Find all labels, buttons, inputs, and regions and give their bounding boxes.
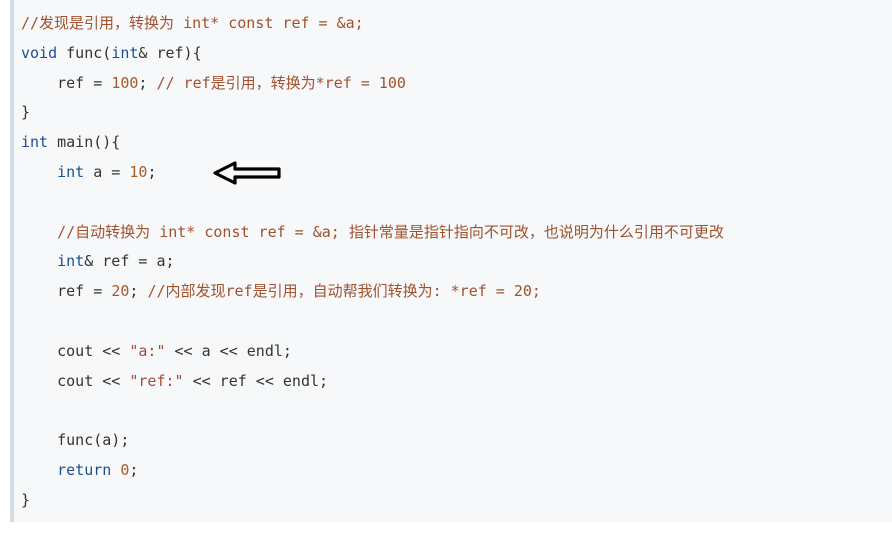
- code-token: // ref是引用，转换为*ref = 100: [156, 73, 406, 92]
- code-line: int a = 10;: [21, 158, 724, 188]
- code-token: "ref:": [129, 371, 184, 390]
- code-token: ;: [129, 282, 148, 301]
- code-line: cout << "ref:" << ref << endl;: [21, 367, 724, 397]
- code-token: cout <<: [21, 371, 130, 390]
- code-line: void func(int& ref){: [21, 39, 724, 69]
- page-bottom-strip: [0, 522, 892, 533]
- code-line: cout << "a:" << a << endl;: [21, 337, 724, 367]
- left-arrow-icon: [213, 161, 281, 185]
- code-token: ref =: [21, 73, 112, 92]
- code-block: //发现是引用，转换为 int* const ref = &a; void fun…: [10, 0, 892, 522]
- code-token: ref =: [21, 282, 112, 301]
- code-token: void: [21, 43, 58, 62]
- code-line: func(a);: [21, 426, 724, 456]
- code-token: ;: [147, 162, 157, 181]
- code-line: //自动转换为 int* const ref = &a; 指针常量是指针指向不可…: [21, 218, 724, 248]
- code-token: 20: [111, 282, 130, 301]
- code-token: "a:": [129, 341, 166, 360]
- code-listing: //发现是引用，转换为 int* const ref = &a; void fun…: [21, 9, 724, 516]
- code-token: int: [21, 133, 49, 152]
- code-line: return 0;: [21, 456, 724, 486]
- code-token: int: [57, 252, 85, 271]
- code-token: main(){: [48, 133, 121, 152]
- code-token: func(a);: [21, 431, 130, 450]
- code-token: 100: [111, 73, 139, 92]
- code-line: int& ref = a;: [21, 247, 724, 277]
- code-token: int: [111, 43, 139, 62]
- code-token: ;: [129, 460, 139, 479]
- code-token: //内部发现ref是引用，自动帮我们转换为: *ref = 20;: [147, 282, 541, 301]
- code-token: }: [21, 490, 31, 509]
- code-token: }: [21, 103, 31, 122]
- code-token: int: [57, 162, 85, 181]
- code-token: return: [57, 460, 112, 479]
- code-line: ref = 20; //内部发现ref是引用，自动帮我们转换为: *ref = …: [21, 277, 724, 307]
- code-token: func(: [57, 43, 112, 62]
- code-line: }: [21, 486, 724, 516]
- code-line: }: [21, 98, 724, 128]
- code-token: << a << endl;: [165, 341, 292, 360]
- code-token: //自动转换为 int* const ref = &a; 指针常量是指针指向不可…: [57, 222, 724, 241]
- code-line: //发现是引用，转换为 int* const ref = &a;: [21, 9, 724, 39]
- code-line: int main(){: [21, 128, 724, 158]
- code-token: & ref){: [138, 43, 202, 62]
- code-line: ref = 100; // ref是引用，转换为*ref = 100: [21, 69, 724, 99]
- code-token: //发现是引用，转换为 int* const ref = &a;: [21, 14, 364, 32]
- code-token: & ref = a;: [84, 252, 175, 271]
- code-token: ;: [138, 73, 157, 92]
- code-token: a =: [84, 162, 130, 181]
- code-token: << ref << endl;: [183, 371, 329, 390]
- code-token: cout <<: [21, 341, 130, 360]
- code-token: 10: [129, 162, 148, 181]
